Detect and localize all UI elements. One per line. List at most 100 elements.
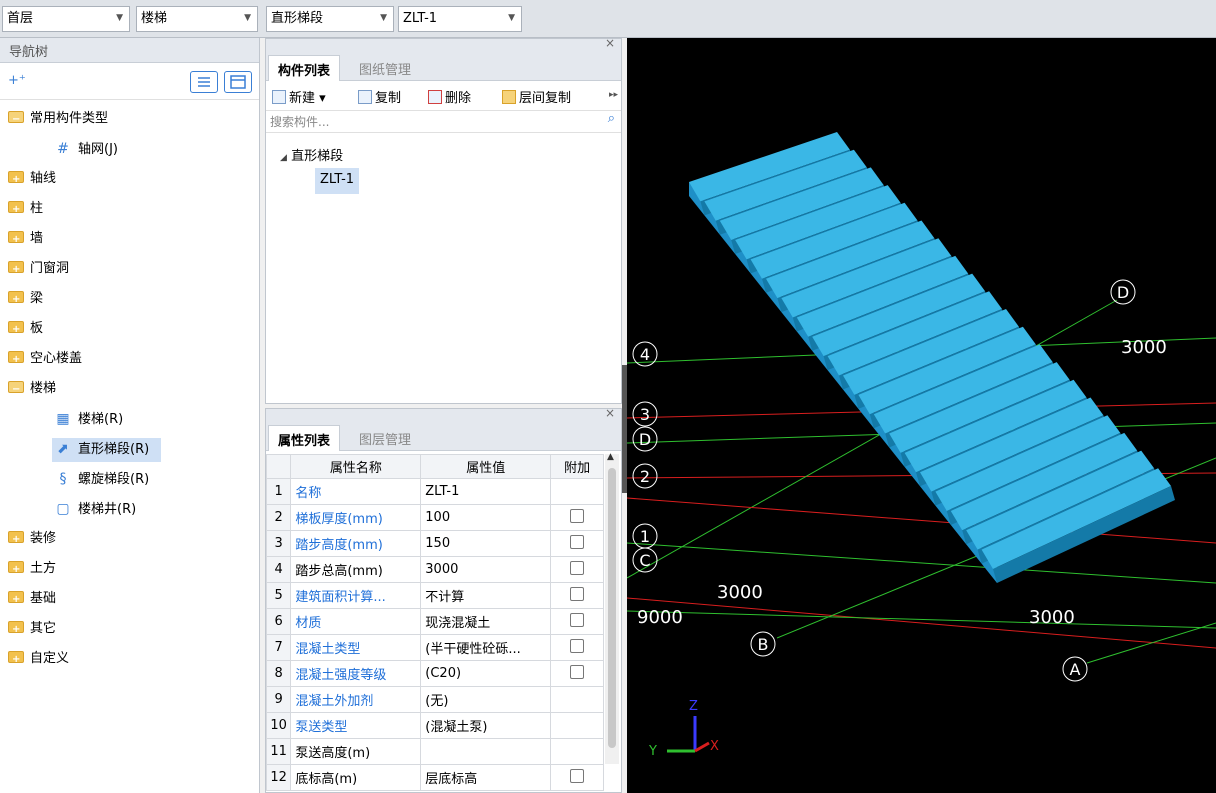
- property-value[interactable]: (C20): [420, 660, 552, 687]
- checkbox[interactable]: [570, 508, 585, 523]
- nav-tree-item[interactable]: ⬈ 直形梯段(R): [52, 438, 162, 462]
- type-dropdown[interactable]: 直形梯段 ▼: [266, 6, 394, 32]
- property-value[interactable]: (半干硬性砼砾...: [420, 634, 552, 661]
- copy-button[interactable]: 复制: [358, 87, 401, 106]
- list-icon: [198, 77, 210, 87]
- category-value: 楼梯: [141, 11, 168, 26]
- checkbox[interactable]: [570, 586, 585, 601]
- nav-tree-item[interactable]: ▢ 楼梯井(R): [52, 498, 148, 522]
- property-scrollbar[interactable]: ▲: [605, 452, 619, 764]
- property-extra: [550, 608, 604, 635]
- search-icon[interactable]: ⌕: [608, 111, 615, 126]
- scroll-up-icon[interactable]: ▲: [607, 452, 614, 462]
- property-value[interactable]: 150: [420, 530, 552, 557]
- list-view-button[interactable]: [190, 71, 218, 93]
- floor-dropdown[interactable]: 首层 ▼: [2, 6, 130, 32]
- nav-tree-item[interactable]: + 轴线: [8, 168, 56, 192]
- row-number: 11: [265, 738, 292, 765]
- scroll-thumb[interactable]: [608, 468, 616, 748]
- table-row[interactable]: 6 材质 现浇混凝土: [265, 608, 604, 635]
- property-value[interactable]: 100: [420, 504, 552, 531]
- close-icon[interactable]: ×: [605, 406, 615, 420]
- nav-tree-item[interactable]: + 梁: [8, 288, 43, 312]
- checkbox[interactable]: [570, 560, 585, 575]
- more-icon[interactable]: ▸▸: [609, 90, 618, 100]
- search-input[interactable]: 搜索构件...: [270, 115, 329, 129]
- property-value[interactable]: [420, 738, 552, 765]
- component-item[interactable]: ZLT-1: [315, 168, 360, 194]
- add-icon[interactable]: +⁺: [8, 73, 26, 88]
- table-row[interactable]: 1 名称 ZLT-1: [265, 478, 604, 505]
- table-row[interactable]: 11 泵送高度(m): [265, 738, 604, 765]
- floor-value: 首层: [7, 11, 34, 26]
- table-row[interactable]: 9 混凝土外加剂 (无): [265, 686, 604, 713]
- axis-label: 3: [640, 405, 650, 424]
- nav-tree-item[interactable]: + 装修: [8, 528, 56, 552]
- nav-tree-item[interactable]: + 柱: [8, 198, 43, 222]
- new-button[interactable]: 新建 ▾: [272, 87, 326, 106]
- header-extra: 附加: [550, 454, 604, 479]
- nav-tree-item[interactable]: + 自定义: [8, 648, 69, 672]
- table-row[interactable]: 7 混凝土类型 (半干硬性砼砾...: [265, 634, 604, 661]
- axis-label: 4: [640, 345, 650, 364]
- nav-tree-item[interactable]: − 楼梯: [8, 378, 56, 402]
- table-row[interactable]: 3 踏步高度(mm) 150: [265, 530, 604, 557]
- folder-icon: +: [8, 231, 24, 245]
- checkbox[interactable]: [570, 638, 585, 653]
- folder-icon: −: [8, 381, 24, 395]
- table-row[interactable]: 10 泵送类型 (混凝土泵): [265, 712, 604, 739]
- tab-component-list[interactable]: 构件列表: [268, 55, 341, 81]
- component-search[interactable]: 搜索构件... ⌕: [266, 111, 621, 133]
- property-value[interactable]: 层底标高: [420, 764, 552, 791]
- table-row[interactable]: 12 底标高(m) 层底标高: [265, 764, 604, 791]
- property-value[interactable]: 不计算: [420, 582, 552, 609]
- table-row[interactable]: 2 梯板厚度(mm) 100: [265, 504, 604, 531]
- checkbox[interactable]: [570, 664, 585, 679]
- checkbox[interactable]: [570, 534, 585, 549]
- nav-tree-item[interactable]: § 螺旋梯段(R): [52, 468, 161, 492]
- 3d-viewport[interactable]: 4 3 D 2 1 C B A D 3000 3000 9000 3000 Z Y X: [627, 38, 1216, 793]
- tab-layer-manager[interactable]: 图层管理: [350, 425, 420, 451]
- nav-tree-item[interactable]: # 轴网(J): [52, 138, 130, 162]
- row-number: 12: [265, 764, 292, 791]
- nav-tree-item[interactable]: + 墙: [8, 228, 43, 252]
- nav-tree-item[interactable]: + 其它: [8, 618, 56, 642]
- table-row[interactable]: 8 混凝土强度等级 (C20): [265, 660, 604, 687]
- category-dropdown[interactable]: 楼梯 ▼: [136, 6, 258, 32]
- property-name: 梯板厚度(mm): [290, 504, 422, 531]
- table-row[interactable]: 4 踏步总高(mm) 3000: [265, 556, 604, 583]
- close-icon[interactable]: ×: [605, 36, 615, 50]
- property-value[interactable]: 3000: [420, 556, 552, 583]
- property-name: 混凝土类型: [290, 634, 422, 661]
- tree-group-row[interactable]: ◢ 直形梯段: [280, 145, 343, 164]
- table-row[interactable]: 5 建筑面积计算... 不计算: [265, 582, 604, 609]
- grid-view-button[interactable]: [224, 71, 252, 93]
- nav-tree-item[interactable]: ▦ 楼梯(R): [52, 408, 135, 432]
- folder-icon: +: [8, 321, 24, 335]
- nav-tree-item[interactable]: + 空心楼盖: [8, 348, 82, 372]
- nav-tree-item[interactable]: + 基础: [8, 588, 56, 612]
- component-dropdown[interactable]: ZLT-1 ▼: [398, 6, 522, 32]
- property-value[interactable]: 现浇混凝土: [420, 608, 552, 635]
- tab-property-list[interactable]: 属性列表: [268, 425, 341, 451]
- chevron-down-icon: ▼: [508, 13, 515, 23]
- checkbox[interactable]: [570, 612, 585, 627]
- floor-copy-button[interactable]: 层间复制: [502, 87, 571, 106]
- property-name: 泵送类型: [290, 712, 422, 739]
- nav-tree-item[interactable]: + 板: [8, 318, 43, 342]
- axis-label: 1: [640, 527, 650, 546]
- delete-button[interactable]: 删除: [428, 87, 471, 106]
- nav-tree-item[interactable]: + 门窗洞: [8, 258, 69, 282]
- property-value[interactable]: (无): [420, 686, 552, 713]
- folder-icon: +: [8, 531, 24, 545]
- stair-scene[interactable]: 4 3 D 2 1 C B A D 3000 3000 9000 3000 Z Y X: [627, 38, 1216, 793]
- property-extra: [550, 582, 604, 609]
- nav-tree-item-label: 楼梯(R): [78, 412, 124, 427]
- property-value[interactable]: (混凝土泵): [420, 712, 552, 739]
- expand-icon[interactable]: ◢: [280, 153, 287, 163]
- property-value[interactable]: ZLT-1: [420, 478, 552, 505]
- tab-drawing-manager[interactable]: 图纸管理: [350, 55, 420, 81]
- nav-tree-item[interactable]: − 常用构件类型: [8, 108, 108, 132]
- checkbox[interactable]: [570, 768, 585, 783]
- nav-tree-item[interactable]: + 土方: [8, 558, 56, 582]
